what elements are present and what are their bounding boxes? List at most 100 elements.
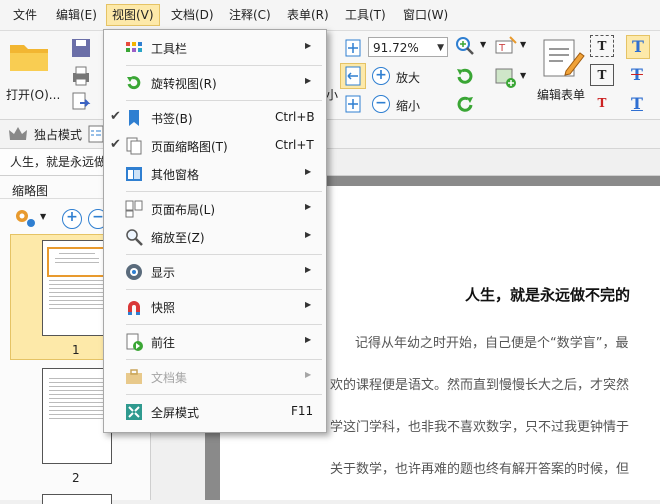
menu-tools[interactable]: 工具(T) [340,5,391,25]
zoom-level-select[interactable]: 91.72% ▼ [368,37,448,57]
thumbnail-page-2[interactable] [42,368,112,464]
chevron-down-icon[interactable]: ▼ [40,212,46,221]
export-icon[interactable] [70,91,92,113]
fit-page-icon[interactable] [342,37,364,59]
zoom-to-icon [126,229,143,246]
checkmark-icon: ✔ [110,109,121,124]
menu-item-label: 缩放至(Z) [151,231,205,245]
menu-item-page-thumbnails[interactable]: ✔ 页面缩略图(T) Ctrl+T [105,133,325,159]
open-button[interactable] [8,39,50,76]
thumbnail-zoom-in-icon[interactable]: + [62,209,82,229]
gear-icon[interactable] [12,206,36,228]
other-panes-icon [126,167,142,181]
menu-item-display[interactable]: 显示 ▶ [105,259,325,285]
view-menu-dropdown: 工具栏 ▶ 旋转视图(R) ▶ ✔ 书签(B) Ctrl+B ✔ 页面缩略图(T… [103,29,327,433]
menu-item-rotate-view[interactable]: 旋转视图(R) ▶ [105,70,325,96]
toolbar-grid-icon [126,42,142,52]
goto-page-icon [126,333,143,351]
menu-view[interactable]: 视图(V) [106,4,160,26]
zoom-in-label[interactable]: 放大 [396,69,420,86]
zoom-out-icon[interactable]: − [372,95,390,113]
document-line: 欢的课程便是语文。然而直到慢慢长大之后，才突然 [330,378,630,393]
underline-icon[interactable]: T [626,93,648,115]
menu-item-zoom-to[interactable]: 缩放至(Z) ▶ [105,224,325,250]
menu-item-toolbar[interactable]: 工具栏 ▶ [105,35,325,61]
thumbnail-page-number: 2 [72,471,80,485]
thumbnail-page-3[interactable] [42,494,112,504]
submenu-arrow-icon: ▶ [305,265,312,274]
menu-item-shortcut: F11 [291,404,314,418]
chevron-down-icon[interactable]: ▼ [520,71,526,80]
menu-item-label: 工具栏 [151,42,188,56]
menu-separator [126,394,322,395]
submenu-arrow-icon: ▶ [305,300,312,309]
zoom-out-label[interactable]: 缩小 [396,97,420,114]
save-icon[interactable] [70,37,92,59]
page-thumbnails-icon [126,137,142,155]
fit-width-button[interactable] [340,63,366,89]
menu-item-label: 其他窗格 [151,168,200,182]
menu-separator [126,100,322,101]
menu-item-bookmark[interactable]: ✔ 书签(B) Ctrl+B [105,105,325,131]
menu-item-label: 前往 [151,336,176,350]
menu-item-label: 全屏模式 [151,406,200,420]
chevron-down-icon[interactable]: ▼ [480,40,486,49]
edit-form-label[interactable]: 编辑表单 [537,86,585,103]
exclusive-mode-label[interactable]: 独占模式 [34,126,82,143]
checkmark-icon: ✔ [110,137,121,152]
bookmark-icon [129,110,139,126]
edit-form-icon[interactable] [540,37,586,81]
zoom-tool-icon[interactable] [454,35,476,57]
text-field-icon[interactable]: T [590,35,614,57]
chevron-down-icon[interactable]: ▼ [437,38,444,58]
ribbon-toolbar: 打开(O)... 小 91.72% ▼ + 放大 − 缩小 ▼ T ▼ ▼ 编辑… [0,31,660,120]
menu-item-shortcut: Ctrl+T [275,138,314,152]
menu-item-other-panes[interactable]: 其他窗格 ▶ [105,161,325,187]
menu-item-label: 文档集 [151,371,188,385]
svg-text:T: T [498,43,506,54]
menu-document[interactable]: 文档(D) [166,5,219,25]
document-tab-bar: 人生，就是永远做 [0,149,660,176]
print-icon[interactable] [70,65,92,87]
form-text-icon[interactable]: T [494,35,518,57]
menu-item-label: 快照 [151,301,176,315]
menu-comment[interactable]: 注释(C) [224,5,276,25]
menu-item-label: 显示 [151,266,176,280]
menu-separator [126,324,322,325]
snapshot-magnet-icon [128,301,140,315]
thumbnail-page-1[interactable] [42,240,112,336]
partial-label: 小 [326,88,339,102]
checklist-icon[interactable] [88,125,104,143]
menu-window[interactable]: 窗口(W) [398,5,453,25]
menu-item-snapshot[interactable]: 快照 ▶ [105,294,325,320]
crown-icon [9,127,27,140]
document-tab[interactable]: 人生，就是永远做 [0,149,110,175]
menu-item-label: 页面缩略图(T) [151,140,228,154]
menu-form[interactable]: 表单(R) [282,5,334,25]
menu-item-page-layout[interactable]: 页面布局(L) ▶ [105,196,325,222]
document-line: 学这门学科，也非我不喜欢数字，只不过我更钟情于 [330,420,630,435]
rotate-left-icon[interactable] [454,65,476,87]
typewriter-icon[interactable]: T [626,35,650,59]
strikeout-icon[interactable]: T [626,64,648,86]
menu-bar: 文件 编辑(E) 视图(V) 文档(D) 注释(C) 表单(R) 工具(T) 窗… [0,0,660,31]
menu-item-goto[interactable]: 前往 ▶ [105,329,325,355]
open-label: 打开(O)... [6,88,61,102]
menu-edit[interactable]: 编辑(E) [51,5,102,25]
text-replace-icon[interactable]: T [590,93,614,115]
zoom-in-icon[interactable]: + [372,67,390,85]
thumbnail-panel-title: 缩略图 [12,184,49,198]
chevron-down-icon[interactable]: ▼ [520,40,526,49]
rotate-right-icon[interactable] [454,93,476,115]
menu-item-document-set[interactable]: 文档集 ▶ [105,364,325,390]
menu-item-fullscreen[interactable]: 全屏模式 F11 [105,399,325,425]
menu-item-label: 旋转视图(R) [151,77,217,91]
page-layout-icon [125,200,143,218]
fit-visible-icon[interactable] [342,93,364,115]
mode-bar: 独占模式 [0,120,660,149]
text-box-icon[interactable]: T [590,64,614,86]
menu-separator [126,191,322,192]
menu-file[interactable]: 文件 [8,5,42,25]
form-image-icon[interactable] [494,65,518,89]
submenu-arrow-icon: ▶ [305,76,312,85]
